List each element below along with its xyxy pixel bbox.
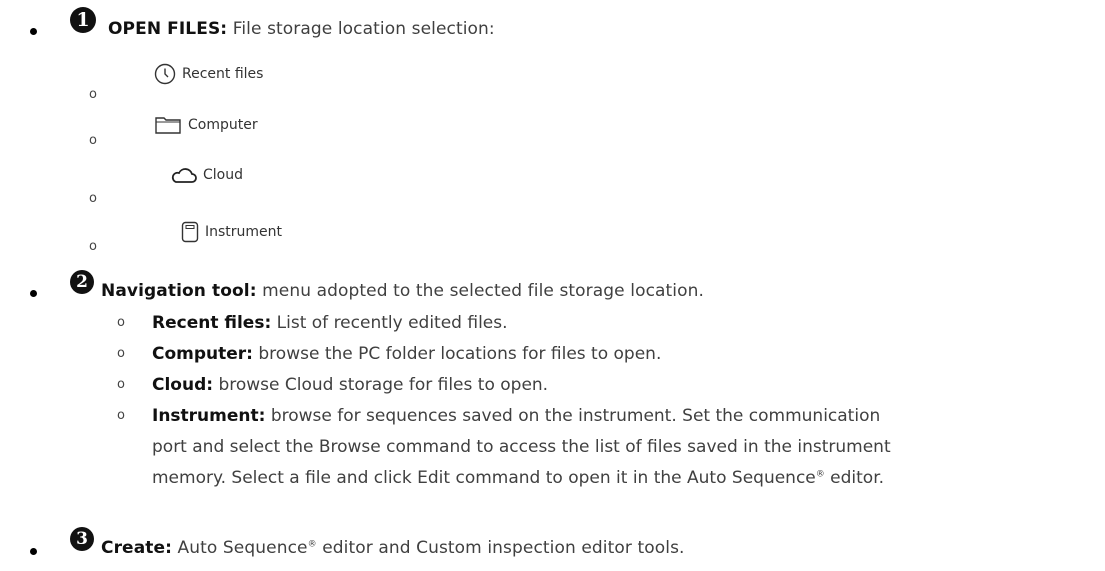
clock-icon	[154, 63, 176, 85]
sub-bullet: o	[117, 346, 125, 361]
sub-bullet: o	[117, 408, 125, 423]
location-instrument: Instrument	[181, 220, 282, 244]
item-1-title: OPEN FILES:	[108, 19, 228, 39]
item-2-line: Navigation tool: menu adopted to the sel…	[101, 281, 704, 301]
bullet-1	[30, 28, 37, 35]
sub-bullet: o	[89, 133, 97, 148]
folder-icon	[155, 117, 181, 134]
nav-instrument: Instrument: browse for sequences saved o…	[152, 406, 881, 426]
location-label: Instrument	[205, 224, 283, 240]
location-recent-files: Recent files	[154, 62, 263, 86]
item-2-title: Navigation tool:	[101, 281, 257, 301]
bullet-2	[30, 290, 37, 297]
item-2-text: menu adopted to the selected file storag…	[262, 281, 705, 301]
number-badge-3: 3	[70, 527, 94, 551]
location-computer: Computer	[154, 113, 258, 137]
sub-bullet: o	[117, 377, 125, 392]
sub-bullet: o	[117, 315, 125, 330]
nav-instrument-line3: memory. Select a file and click Edit com…	[152, 468, 885, 488]
sub-bullet: o	[89, 87, 97, 102]
nav-computer: Computer: browse the PC folder locations…	[152, 344, 662, 364]
bullet-3	[30, 548, 37, 555]
instrument-icon	[181, 221, 199, 243]
nav-recent-files: Recent files: List of recently edited fi…	[152, 313, 508, 333]
item-1-line: OPEN FILES: File storage location select…	[108, 19, 495, 39]
nav-instrument-line2: port and select the Browse command to ac…	[152, 437, 891, 457]
sub-bullet: o	[89, 191, 97, 206]
item-3-line: Create: Auto Sequence® editor and Custom…	[101, 538, 685, 558]
location-label: Cloud	[203, 167, 243, 183]
nav-cloud: Cloud: browse Cloud storage for files to…	[152, 375, 549, 395]
location-label: Computer	[188, 117, 258, 133]
cloud-icon	[171, 168, 197, 183]
location-cloud: Cloud	[171, 163, 243, 187]
item-3-title: Create:	[101, 538, 173, 558]
number-badge-2: 2	[70, 270, 94, 294]
sub-bullet: o	[89, 239, 97, 254]
location-label: Recent files	[182, 66, 264, 82]
number-badge-1: 1	[70, 7, 96, 33]
item-1-text: File storage location selection:	[232, 19, 495, 39]
